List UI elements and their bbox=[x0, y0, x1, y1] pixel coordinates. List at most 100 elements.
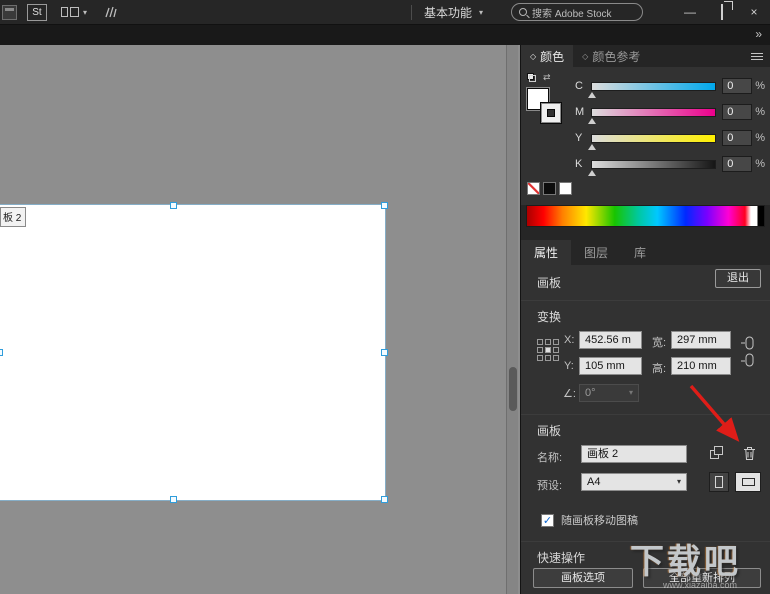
default-colors-icon[interactable] bbox=[527, 73, 536, 82]
channel-label: M bbox=[575, 106, 585, 118]
stroke-color-swatch[interactable] bbox=[540, 102, 562, 124]
ref-dot[interactable] bbox=[553, 355, 559, 361]
magenta-slider[interactable] bbox=[588, 107, 717, 124]
artboard-mode-label: 画板 bbox=[537, 276, 562, 290]
tab-libraries[interactable]: 库 bbox=[621, 240, 659, 265]
dock-gap bbox=[521, 227, 770, 240]
y-field[interactable]: 105 mm bbox=[579, 357, 642, 375]
ref-dot[interactable] bbox=[537, 347, 543, 353]
color-spectrum-bar[interactable] bbox=[526, 205, 765, 227]
x-field[interactable]: 452.56 m bbox=[579, 331, 642, 349]
width-field[interactable]: 297 mm bbox=[671, 331, 731, 349]
cyan-slider-row: C 0 % bbox=[575, 73, 765, 99]
selection-handle[interactable] bbox=[170, 202, 177, 209]
slider-thumb[interactable] bbox=[588, 143, 596, 150]
ref-dot[interactable] bbox=[545, 355, 551, 361]
stock-search-input[interactable]: 搜索 Adobe Stock bbox=[511, 3, 644, 21]
panel-menu-icon[interactable] bbox=[751, 45, 763, 67]
ref-dot-selected[interactable] bbox=[545, 347, 551, 353]
divider bbox=[521, 414, 770, 415]
preset-dropdown[interactable]: A4 ▾ bbox=[581, 473, 687, 491]
app-icon[interactable] bbox=[2, 4, 17, 20]
ref-dot[interactable] bbox=[545, 339, 551, 345]
slider-thumb[interactable] bbox=[588, 91, 596, 98]
selection-handle[interactable] bbox=[381, 496, 388, 503]
move-artwork-checkbox-row[interactable]: ✓ 随画板移动图稿 bbox=[541, 512, 638, 528]
selection-handle[interactable] bbox=[170, 496, 177, 503]
white-swatch[interactable] bbox=[559, 182, 572, 195]
cyan-value-field[interactable]: 0 bbox=[722, 78, 753, 94]
tab-properties[interactable]: 属性 bbox=[521, 240, 572, 265]
selection-handle[interactable] bbox=[381, 349, 388, 356]
reference-point-locator[interactable] bbox=[537, 339, 559, 361]
portrait-orientation-button[interactable] bbox=[709, 472, 729, 492]
properties-tabbar: 属性 图层 库 bbox=[521, 240, 770, 265]
ref-dot[interactable] bbox=[553, 347, 559, 353]
rearrange-all-button[interactable]: 全部重新排列 bbox=[643, 568, 761, 588]
canvas[interactable]: 板 2 bbox=[0, 45, 520, 594]
channel-label: C bbox=[575, 80, 583, 92]
cmyk-sliders: C 0 % M 0 % Y 0 % K 0 % bbox=[575, 73, 765, 177]
cyan-slider[interactable] bbox=[588, 81, 717, 98]
chevron-down-icon: ▾ bbox=[83, 7, 88, 17]
selection-handle[interactable] bbox=[381, 202, 388, 209]
scrollbar-thumb[interactable] bbox=[509, 367, 517, 411]
yellow-slider[interactable] bbox=[588, 133, 717, 150]
black-swatch[interactable] bbox=[543, 182, 556, 195]
black-slider[interactable] bbox=[588, 159, 717, 176]
percent-label: % bbox=[755, 158, 765, 170]
ref-dot[interactable] bbox=[537, 355, 543, 361]
percent-label: % bbox=[755, 80, 765, 92]
tab-color[interactable]: ◇ 颜色 bbox=[521, 45, 574, 67]
tab-color-guide[interactable]: ◇ 颜色参考 bbox=[573, 45, 649, 67]
tab-layers[interactable]: 图层 bbox=[571, 240, 621, 265]
none-swatch[interactable] bbox=[527, 182, 540, 195]
workspace-switcher[interactable]: 基本功能 ▾ bbox=[424, 4, 483, 21]
checkbox-checked[interactable]: ✓ bbox=[541, 513, 554, 527]
fill-stroke-block: ⇄ bbox=[527, 72, 575, 202]
transform-section-title: 变换 bbox=[537, 310, 562, 324]
swap-fill-stroke-icon[interactable]: ⇄ bbox=[543, 73, 551, 82]
vertical-scrollbar[interactable] bbox=[506, 45, 518, 594]
close-button[interactable]: × bbox=[738, 5, 770, 19]
restore-button[interactable] bbox=[706, 4, 738, 20]
ref-dot[interactable] bbox=[537, 339, 543, 345]
ref-dot[interactable] bbox=[553, 339, 559, 345]
tab-color-label: 颜色 bbox=[540, 49, 565, 64]
exit-artboard-button[interactable]: 退出 bbox=[715, 269, 761, 288]
chevron-down-icon: ▾ bbox=[479, 7, 484, 17]
collapse-diamond-icon: ◇ bbox=[530, 51, 537, 61]
document-layout-icon bbox=[70, 7, 79, 17]
chevron-down-icon: ▾ bbox=[628, 388, 633, 397]
rotate-angle-label: ∠: bbox=[563, 388, 576, 400]
move-artwork-label: 随画板移动图稿 bbox=[561, 515, 638, 527]
artboard-name-tag[interactable]: 板 2 bbox=[0, 207, 27, 227]
height-field[interactable]: 210 mm bbox=[671, 357, 731, 375]
window-controls: — × bbox=[674, 4, 770, 20]
artboard-options-button[interactable]: 画板选项 bbox=[533, 568, 633, 588]
adobe-stock-badge[interactable]: St bbox=[27, 3, 47, 21]
divider bbox=[521, 300, 770, 301]
arrange-documents-button[interactable]: ▾ bbox=[61, 7, 87, 17]
black-value-field[interactable]: 0 bbox=[722, 156, 753, 172]
link-dimensions-icon[interactable] bbox=[740, 335, 756, 372]
yellow-slider-row: Y 0 % bbox=[575, 125, 765, 151]
delete-artboard-button[interactable] bbox=[741, 445, 757, 461]
slider-thumb[interactable] bbox=[588, 117, 596, 124]
magenta-value-field[interactable]: 0 bbox=[722, 104, 753, 120]
search-icon bbox=[519, 8, 528, 16]
yellow-value-field[interactable]: 0 bbox=[722, 130, 753, 146]
slider-thumb[interactable] bbox=[588, 169, 596, 176]
hand-tool-icon[interactable] bbox=[103, 4, 119, 20]
overflow-chevrons-icon[interactable]: » bbox=[755, 27, 762, 41]
landscape-orientation-button[interactable] bbox=[735, 472, 761, 492]
rotate-angle-field[interactable]: 0° ▾ bbox=[579, 384, 639, 402]
channel-label: Y bbox=[575, 132, 583, 144]
minimize-button[interactable]: — bbox=[674, 5, 706, 19]
black-slider-row: K 0 % bbox=[575, 151, 765, 177]
illustrator-window: St ▾ 基本功能 ▾ 搜索 Adobe Stock — × » 板 2 ◇ 颜… bbox=[0, 0, 770, 594]
artboard[interactable] bbox=[0, 204, 386, 501]
new-artboard-button[interactable] bbox=[709, 446, 727, 462]
artboard-name-field[interactable]: 画板 2 bbox=[581, 445, 687, 463]
selection-handle[interactable] bbox=[0, 349, 3, 356]
